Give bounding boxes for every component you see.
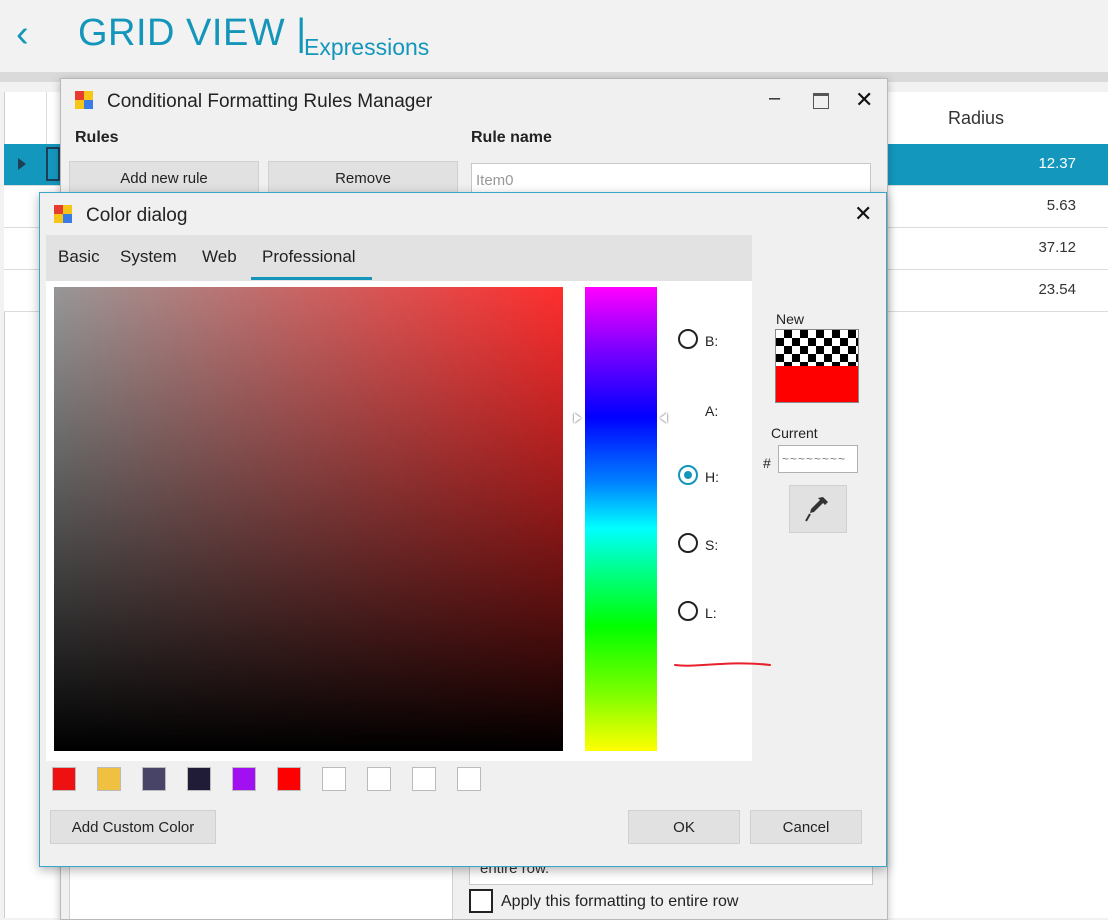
rules-label: Rules: [75, 129, 119, 146]
radius-cell[interactable]: 5.63: [1047, 197, 1076, 214]
color-dialog: Color dialog ✕ Basic System Web Professi…: [39, 192, 887, 867]
radius-cell[interactable]: 23.54: [1038, 281, 1076, 298]
custom-color-swatch[interactable]: [367, 767, 391, 791]
minimize-icon[interactable]: ‒: [769, 87, 780, 110]
add-custom-color-button[interactable]: Add Custom Color: [50, 810, 216, 844]
custom-color-swatch[interactable]: [232, 767, 256, 791]
custom-color-swatch[interactable]: [322, 767, 346, 791]
custom-color-swatch[interactable]: [277, 767, 301, 791]
ok-button[interactable]: OK: [628, 810, 740, 844]
custom-color-swatch[interactable]: [187, 767, 211, 791]
apply-entire-row-checkbox[interactable]: [469, 889, 493, 913]
tab-basic[interactable]: Basic: [58, 247, 100, 267]
radius-cell[interactable]: 12.37: [1038, 155, 1076, 172]
checkerboard-pattern: [776, 330, 858, 366]
red-annotation-stroke: [674, 662, 771, 667]
radio-s-label: S:: [705, 537, 719, 553]
window-app-icon: [54, 205, 72, 223]
alpha-label: A:: [705, 403, 719, 419]
current-color-label: Current: [771, 425, 818, 441]
new-color-fill: [776, 366, 858, 402]
tab-system[interactable]: System: [120, 247, 177, 267]
radio-l[interactable]: [678, 601, 698, 621]
new-color-preview: [775, 329, 859, 403]
custom-color-swatch[interactable]: [97, 767, 121, 791]
custom-color-swatch[interactable]: [142, 767, 166, 791]
page-title: GRID VIEW |: [78, 12, 307, 54]
radio-s[interactable]: [678, 533, 698, 553]
custom-color-swatch[interactable]: [412, 767, 436, 791]
saturation-lightness-overlay: [54, 287, 563, 751]
color-tabs: Basic System Web Professional: [46, 235, 752, 281]
add-new-rule-button[interactable]: Add new rule: [69, 161, 259, 195]
column-header-radius[interactable]: Radius: [948, 108, 1004, 129]
cancel-button[interactable]: Cancel: [750, 810, 862, 844]
hex-color-input[interactable]: ~~~~~~~~: [778, 445, 858, 473]
radio-b-label: B:: [705, 333, 719, 349]
professional-pane: B: A: H: S: L:: [46, 281, 771, 761]
custom-color-swatch[interactable]: [52, 767, 76, 791]
dialog-title: Color dialog: [86, 205, 188, 226]
apply-entire-row-label: Apply this formatting to entire row: [501, 893, 739, 910]
selected-cell[interactable]: [46, 147, 60, 181]
hue-slider-right-arrow-icon[interactable]: [660, 413, 667, 423]
eyedropper-icon: [805, 497, 828, 522]
rule-name-label: Rule name: [471, 129, 552, 146]
row-indicator-icon: [18, 158, 26, 170]
window-title: Conditional Formatting Rules Manager: [107, 91, 433, 112]
back-arrow-icon[interactable]: ‹: [16, 15, 44, 53]
window-app-icon: [75, 91, 93, 109]
radio-h[interactable]: [678, 465, 698, 485]
remove-rule-button[interactable]: Remove: [268, 161, 458, 195]
tab-professional[interactable]: Professional: [262, 247, 356, 267]
tab-web[interactable]: Web: [202, 247, 237, 267]
radio-b[interactable]: [678, 329, 698, 349]
close-icon[interactable]: ✕: [855, 87, 873, 113]
radius-cell[interactable]: 37.12: [1038, 239, 1076, 256]
hex-hash-label: #: [763, 455, 771, 471]
selected-tab-indicator: [251, 277, 372, 280]
page-subtitle: Expressions: [304, 34, 430, 60]
maximize-icon[interactable]: [813, 93, 829, 109]
hue-slider[interactable]: [585, 287, 657, 751]
radio-l-label: L:: [705, 605, 717, 621]
new-color-label: New: [776, 311, 805, 327]
eyedropper-button[interactable]: [789, 485, 847, 533]
close-icon[interactable]: ✕: [854, 201, 872, 227]
custom-color-swatch[interactable]: [457, 767, 481, 791]
hue-slider-left-arrow-icon[interactable]: [574, 413, 581, 423]
radio-h-label: H:: [705, 469, 719, 485]
